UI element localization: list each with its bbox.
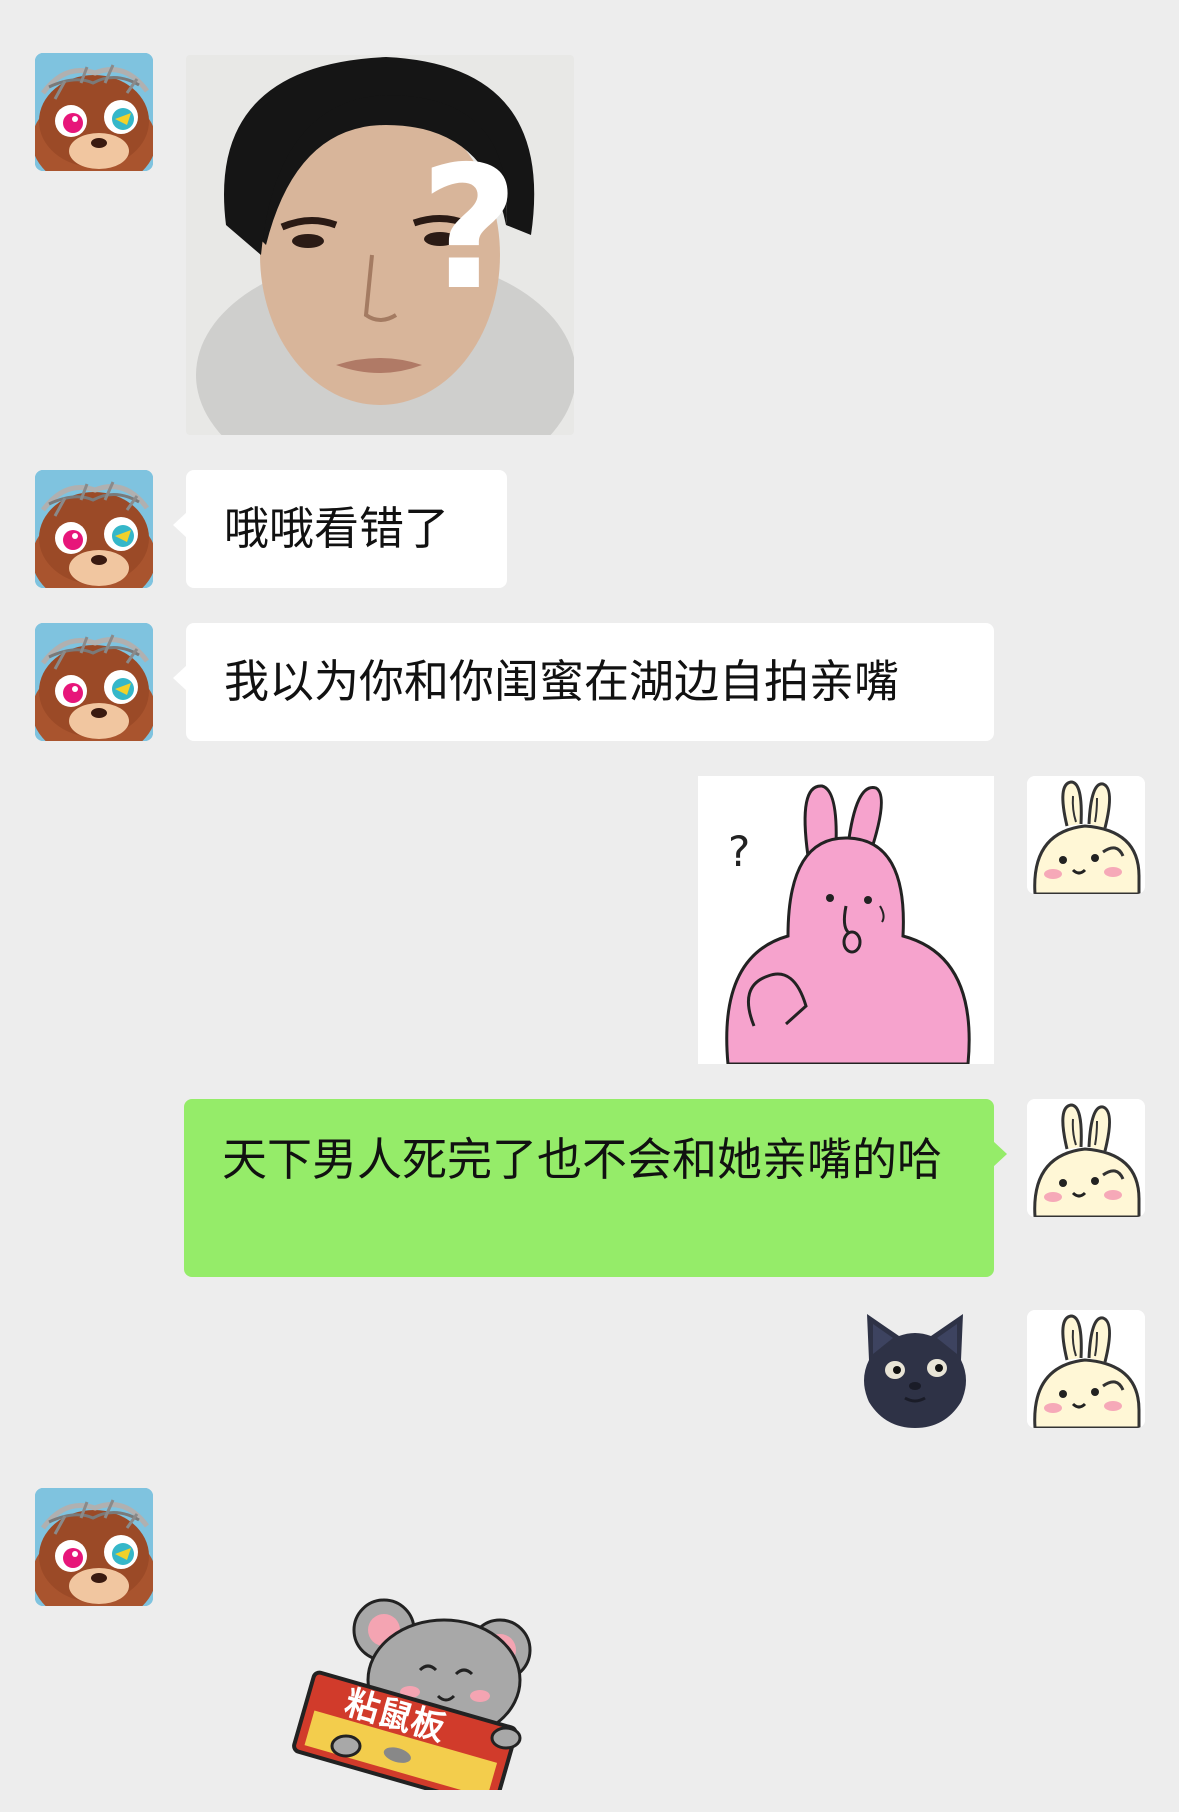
mouse-glue-board-icon: 粘鼠板 — [292, 1598, 532, 1790]
message-text: 哦哦看错了 — [224, 502, 450, 555]
bunny-avatar-icon — [1027, 1310, 1145, 1428]
dark-cat-emoji[interactable] — [855, 1310, 975, 1430]
my-avatar[interactable] — [1027, 1310, 1145, 1428]
dark-cat-face-icon — [864, 1314, 966, 1428]
bunny-avatar-icon — [1027, 1099, 1145, 1217]
photo-message-confused-man[interactable]: ? — [186, 55, 574, 435]
bubble-tail — [173, 512, 187, 538]
bubble-tail — [993, 1141, 1007, 1167]
mouse-glue-board-sticker[interactable]: 粘鼠板 — [280, 1570, 550, 1790]
sender-avatar[interactable] — [35, 623, 153, 741]
bear-avatar-icon — [35, 1488, 153, 1606]
bunny-avatar-icon — [1027, 776, 1145, 894]
sender-avatar[interactable] — [35, 1488, 153, 1606]
question-mark-overlay: ? — [420, 130, 519, 328]
confused-man-photo: ? — [186, 55, 574, 435]
bear-avatar-icon — [35, 470, 153, 588]
my-avatar[interactable] — [1027, 1099, 1145, 1217]
message-text: 天下男人死完了也不会和她亲嘴的哈 — [222, 1133, 943, 1186]
message-text: 我以为你和你闺蜜在湖边自拍亲嘴 — [224, 655, 900, 708]
svg-text:?: ? — [728, 827, 750, 876]
pink-bunny-question-sticker-icon: ? — [698, 776, 994, 1064]
message-bubble-incoming[interactable]: 哦哦看错了 — [173, 470, 507, 588]
sender-avatar[interactable] — [35, 53, 153, 171]
sender-avatar[interactable] — [35, 470, 153, 588]
message-bubble-outgoing[interactable]: 天下男人死完了也不会和她亲嘴的哈 — [184, 1099, 1007, 1277]
message-bubble-incoming[interactable]: 我以为你和你闺蜜在湖边自拍亲嘴 — [173, 623, 994, 741]
my-avatar[interactable] — [1027, 776, 1145, 894]
bear-avatar-icon — [35, 53, 153, 171]
bear-avatar-icon — [35, 623, 153, 741]
bubble-tail — [173, 665, 187, 691]
pink-bunny-sticker[interactable]: ? — [698, 776, 994, 1064]
